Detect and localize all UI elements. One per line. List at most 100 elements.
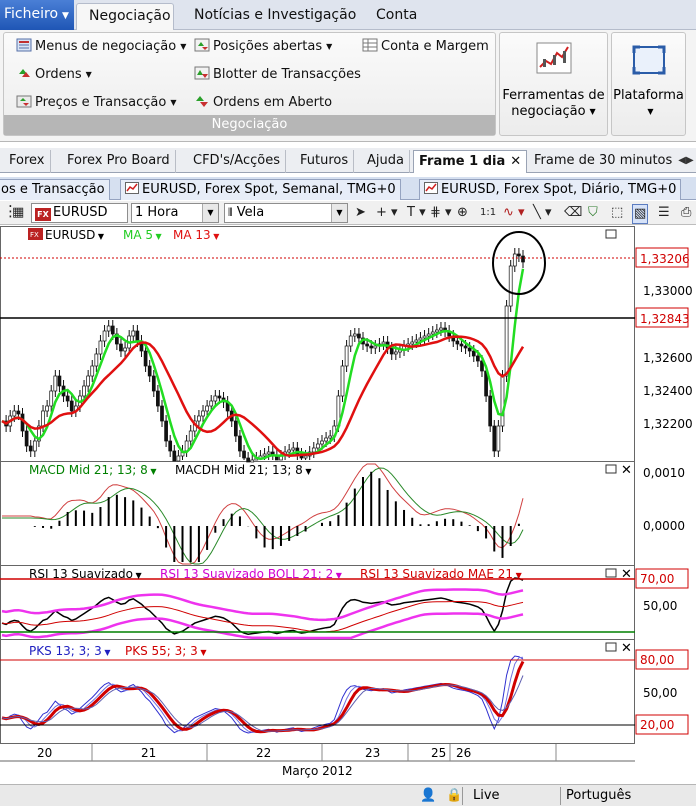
account-margin-button[interactable]: Conta e Margem [362,37,489,57]
rsi-mae-label[interactable]: RSI 13 Suavizado MAE 21 ▼ [360,567,523,581]
close-icon[interactable]: ✕ [621,567,632,582]
blotter-icon [194,66,210,80]
price-trade-icon [16,95,32,108]
trade-blotter-button[interactable]: Blotter de Transacções [194,65,361,85]
maximize-icon[interactable] [605,464,617,474]
chart-type-select[interactable]: ⫴ Vela ▼ [224,203,348,223]
macd-tick: 0,0010 [643,466,685,480]
timeframe-select[interactable]: 1 Hora ▼ [131,203,219,223]
chart-tools-icon [536,42,571,74]
chart-settings-icon[interactable]: ▧ [632,204,649,224]
maximize-icon[interactable] [605,229,617,239]
properties-icon[interactable]: ☰ [658,204,670,222]
magnet-icon[interactable]: ⛉ [588,204,598,222]
tab-futuros[interactable]: Futuros [295,150,355,173]
file-menu-button[interactable]: Ficheiro ▼ [0,0,74,30]
workspace-tab-bar: Forex Forex Pro Board CFD's/Acções Futur… [0,148,696,173]
fx-icon-text: FX [30,231,39,239]
connection-status: Live [473,788,500,803]
status-divider [560,787,561,805]
tab-ajuda[interactable]: Ajuda [362,150,410,173]
day-label: 22 [256,746,271,760]
pointer-icon[interactable]: ➤ [355,204,366,222]
candle-icon: ⫴ [228,206,233,219]
open-orders-button[interactable]: Ordens em Aberto [194,93,332,113]
chart-type-value: Vela [236,205,265,220]
trading-group: Menus de negociação ▼ Ordens ▼ Preços e Tr… [3,32,496,136]
account-margin-label: Conta e Margem [381,39,489,54]
platform-button[interactable]: Plataforma ▼ [611,32,686,136]
price-tick: 1,32400 [643,384,693,398]
language-indicator[interactable]: Português [566,787,631,805]
calendar-icon[interactable]: ▦ [12,204,24,222]
macdh-label[interactable]: MACDH Mid 21; 13; 8 ▼ [175,463,312,477]
maximize-icon[interactable] [605,568,617,578]
tab-noticias[interactable]: Notícias e Investigação [182,3,368,30]
account-table-icon [362,38,378,52]
highlight-icon[interactable]: ⬚ [611,204,623,222]
trading-tools-button[interactable]: Ferramentas de negociação ▼ [499,32,608,136]
orders-button[interactable]: Ordens ▼ [16,65,92,85]
pks-55-label[interactable]: PKS 55; 3; 3 ▼ [125,644,207,658]
group-label: Negociação [4,115,495,135]
trading-menus-button[interactable]: Menus de negociação ▼ [16,37,186,57]
chevron-left-icon[interactable]: ◀ [678,155,686,166]
grid-icon[interactable]: ⋕ ▾ [430,204,452,222]
user-icon: 👤 [420,788,437,803]
crosshair-icon[interactable]: + ▾ [376,204,398,222]
chevron-down-icon: ▼ [62,11,69,21]
rsi-boll-label[interactable]: RSI 13 Suavizado BOLL 21; 2 ▼ [160,567,343,581]
tab-frame-30-minutos[interactable]: Frame de 30 minutos [529,150,677,173]
chevron-down-icon: ▼ [331,204,347,222]
maximize-icon[interactable] [605,642,617,652]
chart-canvas[interactable]: 1,33206 1,32843 1,33000 1,32600 1,32400 … [0,226,696,781]
timeframe-value: 1 Hora [135,205,179,220]
chart-tab-prices[interactable]: os e Transacção [0,179,110,200]
chevron-down-icon: ▼ [85,70,92,79]
platform-icon [632,45,665,75]
price-tick: 1,33000 [643,284,693,298]
trading-menus-label: Menus de negociação [35,39,177,54]
print-icon[interactable]: ⎙ [681,204,691,222]
text-tool-icon[interactable]: T ▾ [407,204,426,222]
rsi-label[interactable]: RSI 13 Suavizado ▼ [29,567,143,581]
tab-negociacao[interactable]: Negociação [76,3,174,31]
chevron-down-icon: ▼ [647,107,654,116]
scale-1-1-button[interactable]: 1:1 [480,204,496,222]
close-icon[interactable]: ✕ [621,463,632,478]
zoom-icon[interactable]: ⊕ [457,204,468,222]
chart-tab-daily[interactable]: EURUSD, Forex Spot, Diário, TMG+0 [419,179,682,200]
eraser-icon[interactable]: ⌫ [564,204,582,222]
macd-tick: 0,0000 [643,519,685,533]
prices-trade-button[interactable]: Preços e Transacção ▼ [16,93,177,113]
tab-forex[interactable]: Forex [4,150,51,173]
ribbon-tab-bar: Ficheiro ▼ Negociação Notícias e Investig… [0,0,696,31]
rsi-tick: 50,00 [643,599,677,613]
day-label: 26 [456,746,471,760]
chevron-down-icon: ▼ [589,107,596,116]
pks-13-label[interactable]: PKS 13; 3; 3 ▼ [29,644,111,658]
chart-tab-daily-label: EURUSD, Forex Spot, Diário, TMG+0 [441,182,677,197]
open-positions-button[interactable]: Posições abertas ▼ [194,37,332,57]
open-orders-label: Ordens em Aberto [213,95,333,110]
tab-cfds-accoes[interactable]: CFD's/Acções [188,150,286,173]
day-label: 20 [37,746,52,760]
chart-tab-weekly[interactable]: EURUSD, Forex Spot, Semanal, TMG+0 [120,179,401,200]
tab-frame-1-dia[interactable]: Frame 1 dia ✕ [413,150,528,173]
tab-forex-pro-board[interactable]: Forex Pro Board [62,150,176,173]
tab-conta[interactable]: Conta [364,3,429,30]
close-icon[interactable]: ✕ [621,641,632,656]
tab-scroll-arrows[interactable]: ◀▶ [676,150,696,172]
day-label: 23 [365,746,380,760]
close-icon[interactable]: ✕ [510,154,521,169]
status-divider [462,787,463,805]
indicator-icon[interactable]: ∿ ▾ [503,204,525,222]
chevron-right-icon[interactable]: ▶ [686,155,694,166]
price-panel-frame [0,226,635,462]
macd-label[interactable]: MACD Mid 21; 13; 8 ▼ [29,463,157,477]
prices-trade-label: Preços e Transacção [35,95,167,110]
open-positions-label: Posições abertas [213,39,323,54]
symbol-input[interactable]: FX EURUSD [31,203,128,223]
chart-area[interactable]: 1,33206 1,32843 1,33000 1,32600 1,32400 … [0,226,696,781]
trendline-icon[interactable]: ╲ ▾ [533,204,551,222]
